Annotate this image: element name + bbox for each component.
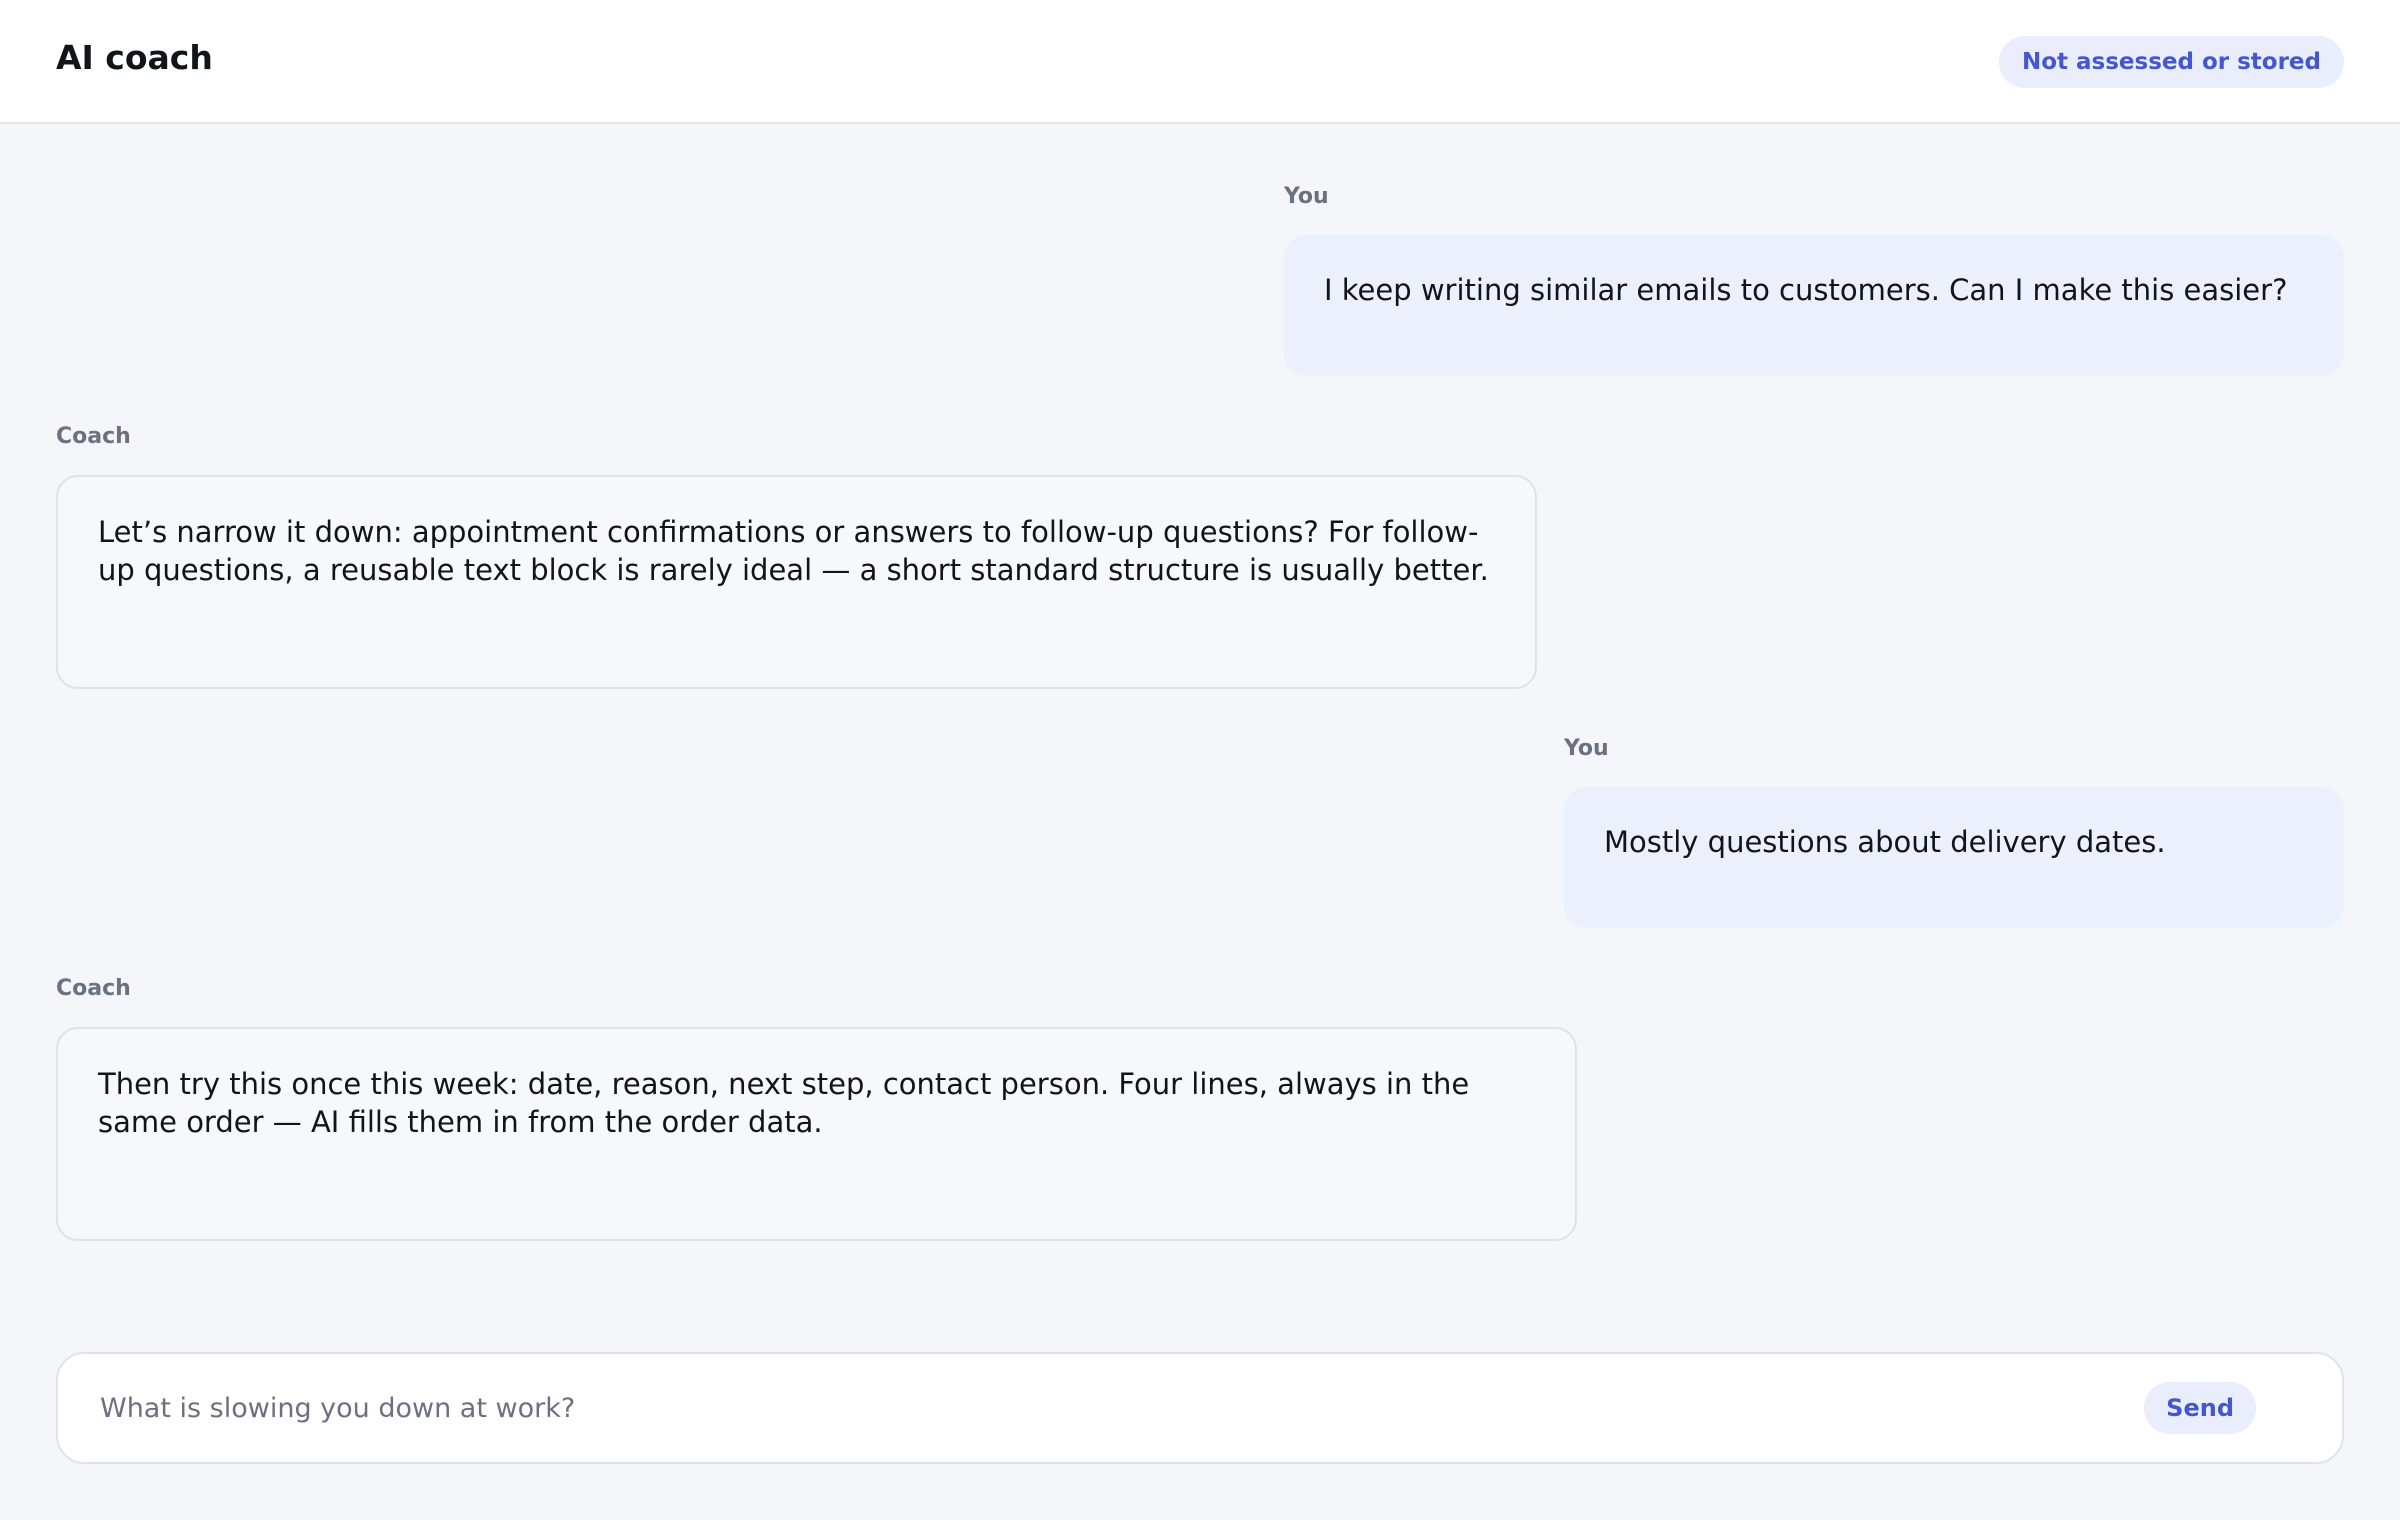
message-composer: Send (56, 1352, 2344, 1464)
message-speaker-label: Coach (56, 424, 131, 449)
coach-message-bubble: Let’s narrow it down: appointment confir… (56, 475, 1537, 689)
message-speaker-label: You (1284, 184, 1329, 209)
message-input[interactable] (100, 1382, 2100, 1434)
user-message-bubble: I keep writing similar emails to custome… (1284, 235, 2344, 376)
privacy-status-badge: Not assessed or stored (1998, 36, 2344, 88)
app-title: AI coach (56, 38, 213, 77)
user-message-bubble: Mostly questions about delivery dates. (1564, 787, 2344, 928)
coach-message-bubble: Then try this once this week: date, reas… (56, 1027, 1577, 1241)
message-speaker-label: Coach (56, 976, 131, 1001)
app-header: AI coach Not assessed or stored (0, 0, 2400, 124)
send-button[interactable]: Send (2144, 1382, 2256, 1434)
message-speaker-label: You (1564, 736, 1609, 761)
